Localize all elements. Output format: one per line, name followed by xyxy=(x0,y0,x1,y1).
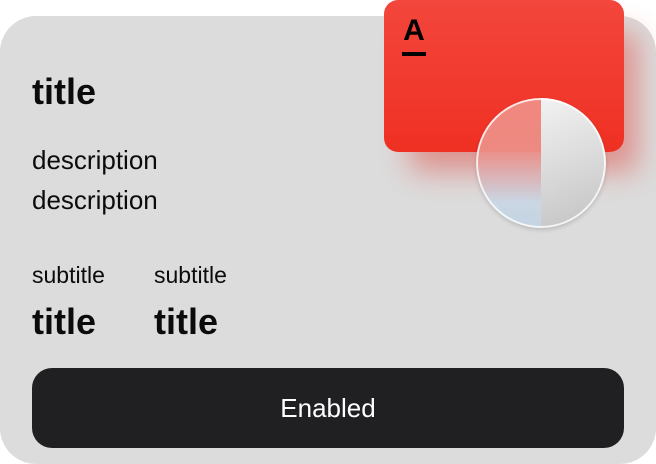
disk-ring xyxy=(476,98,606,228)
metric-subtitle: subtitle xyxy=(32,262,105,288)
bank-logo-letter: A xyxy=(403,14,425,47)
metric-value: title xyxy=(32,301,97,342)
metric-block: subtitle title xyxy=(32,260,105,342)
card-title: title xyxy=(32,71,97,112)
description-line: description xyxy=(32,145,158,175)
bank-logo: A xyxy=(400,14,428,60)
metric-subtitle: subtitle xyxy=(154,262,227,288)
enabled-button[interactable]: Enabled xyxy=(32,368,624,448)
description-line: description xyxy=(32,185,158,215)
card-description: description description xyxy=(32,140,158,220)
metric-block: subtitle title xyxy=(154,260,227,342)
bank-logo-underline xyxy=(402,52,426,56)
half-toggle-disk-icon xyxy=(476,98,606,228)
metric-value: title xyxy=(154,301,219,342)
